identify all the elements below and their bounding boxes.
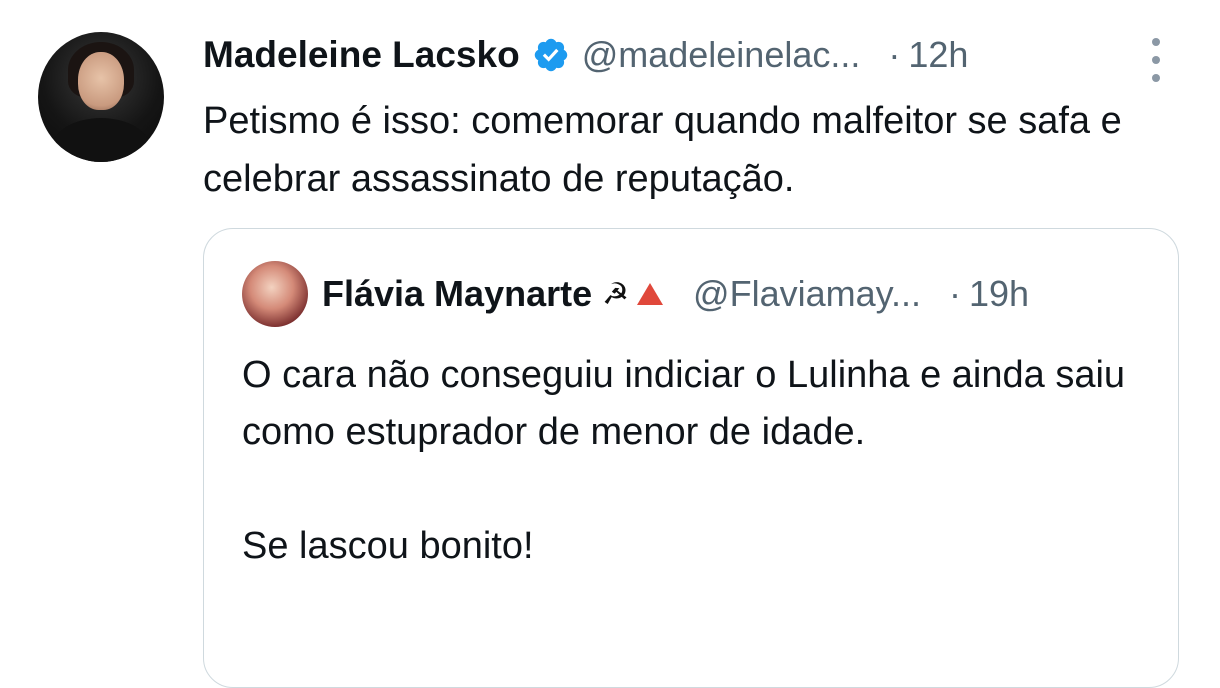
separator-dot: · <box>948 273 961 314</box>
hammer-sickle-emoji: ☭ <box>602 277 630 311</box>
quoted-text-paragraph: Se lascou bonito! <box>242 525 534 567</box>
verified-badge-icon[interactable] <box>532 36 570 74</box>
tweet-header: Madeleine Lacsko @madeleinelac... · 12h <box>203 30 968 80</box>
quoted-author-handle: @Flaviamay... <box>693 273 921 314</box>
quoted-author-avatar[interactable] <box>242 261 308 327</box>
red-triangle-icon <box>637 283 664 305</box>
quoted-tweet-text: O cara não conseguiu indiciar o Lulinha … <box>242 347 1142 575</box>
avatar-body <box>52 118 150 162</box>
author-avatar[interactable] <box>38 32 164 162</box>
more-options-icon[interactable] <box>1146 38 1166 82</box>
author-name[interactable]: Madeleine Lacsko <box>203 34 520 76</box>
quoted-tweet-timestamp: 19h <box>968 273 1030 314</box>
quoted-text-paragraph: O cara não conseguiu indiciar o Lulinha … <box>242 354 1126 453</box>
avatar-face <box>78 52 124 110</box>
tweet-text: Petismo é isso: comemorar quando malfeit… <box>203 100 1122 200</box>
separator-dot: · <box>888 34 901 75</box>
more-dot <box>1152 74 1160 82</box>
quoted-tweet-header: Flávia Maynarte ☭ @Flaviamay... · 19h <box>322 269 1029 319</box>
quoted-author-name: Flávia Maynarte <box>322 273 593 314</box>
author-handle[interactable]: @madeleinelac... <box>582 34 861 76</box>
quoted-tweet[interactable]: Flávia Maynarte ☭ @Flaviamay... · 19h O … <box>203 228 1179 688</box>
tweet-timestamp[interactable]: 12h <box>908 34 968 76</box>
more-dot <box>1152 56 1160 64</box>
more-dot <box>1152 38 1160 46</box>
